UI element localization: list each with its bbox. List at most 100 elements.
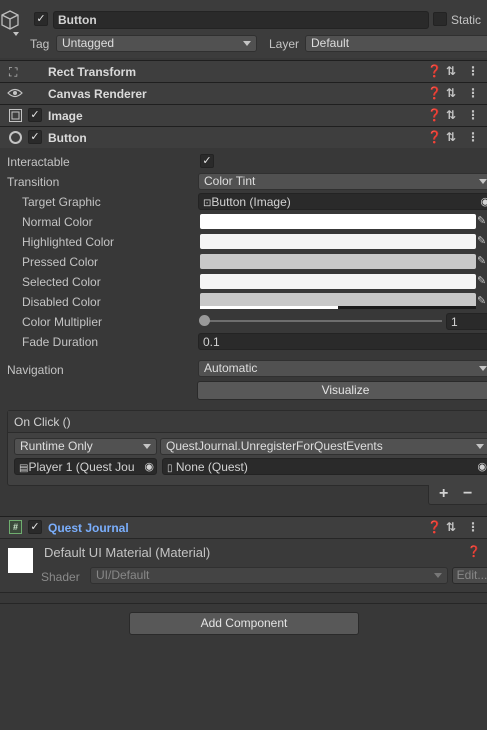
preset-icon[interactable]: ⇅ <box>446 130 456 144</box>
visualize-button[interactable]: Visualize <box>197 381 487 400</box>
normal-color-label: Normal Color <box>22 215 93 229</box>
tag-label: Tag <box>30 37 50 51</box>
separator <box>0 603 487 604</box>
layer-dropdown[interactable]: Default <box>305 35 487 52</box>
tag-dropdown[interactable]: Untagged <box>56 35 257 52</box>
component-header-icons: ❓ ⇅ ⋮ <box>427 64 487 80</box>
normal-color-swatch[interactable] <box>200 214 476 229</box>
preset-icon[interactable]: ⇅ <box>446 108 456 122</box>
canvas-renderer-title: Canvas Renderer <box>48 87 147 101</box>
event-buttons-bar: + − <box>428 485 487 505</box>
preset-icon[interactable]: ⇅ <box>446 520 456 534</box>
fade-duration-label: Fade Duration <box>22 335 99 349</box>
more-icon[interactable]: ⋮ <box>467 130 479 144</box>
chevron-down-icon <box>479 366 487 371</box>
canvas-renderer-header[interactable]: Canvas Renderer ❓ ⇅ ⋮ <box>0 82 487 104</box>
transition-value: Color Tint <box>204 174 256 188</box>
eyedropper-icon[interactable]: ✎ <box>477 214 487 227</box>
interactable-checkbox[interactable]: ✓ <box>200 154 214 168</box>
target-graphic-label: Target Graphic <box>22 195 101 209</box>
preset-icon[interactable]: ⇅ <box>446 64 456 78</box>
more-icon[interactable]: ⋮ <box>467 64 479 78</box>
edit-shader-button[interactable]: Edit... <box>452 567 487 584</box>
gameobject-header: ✓ Button Static Tag Untagged Layer Defau… <box>0 0 487 58</box>
layer-label: Layer <box>269 37 300 51</box>
target-graphic-field[interactable]: ⊡Button (Image) ◉ <box>198 193 487 210</box>
layer-value: Default <box>311 36 350 50</box>
quest-journal-header[interactable]: # ✓ Quest Journal ❓ ⇅ ⋮ <box>0 516 487 538</box>
object-picker-icon[interactable]: ◉ <box>144 459 154 474</box>
disabled-color-label: Disabled Color <box>22 295 101 309</box>
highlighted-color-label: Highlighted Color <box>22 235 115 249</box>
rect-transform-header[interactable]: ⛶ Rect Transform ❓ ⇅ ⋮ <box>0 60 487 82</box>
chevron-down-icon <box>243 41 251 46</box>
navigation-label: Navigation <box>7 363 64 377</box>
runtime-dropdown[interactable]: Runtime Only <box>14 438 157 455</box>
highlighted-color-swatch[interactable] <box>200 234 476 249</box>
help-icon[interactable]: ❓ <box>427 86 442 100</box>
static-checkbox[interactable] <box>433 12 447 26</box>
active-checkbox[interactable]: ✓ <box>34 12 48 26</box>
image-header[interactable]: ✓ Image ❓ ⇅ ⋮ <box>0 104 487 126</box>
eyedropper-icon[interactable]: ✎ <box>477 274 487 287</box>
alpha-fill <box>200 306 338 309</box>
material-name: Default UI Material (Material) <box>44 545 211 560</box>
help-icon[interactable]: ❓ <box>427 520 442 534</box>
function-dropdown[interactable]: QuestJournal.UnregisterForQuestEvents <box>160 438 487 455</box>
more-icon[interactable]: ⋮ <box>467 86 479 100</box>
chevron-down-icon <box>434 573 442 578</box>
target-object-field[interactable]: ▤Player 1 (Quest Jou ◉ <box>14 458 157 475</box>
help-icon[interactable]: ❓ <box>427 64 442 78</box>
chevron-down-icon <box>143 444 151 449</box>
navigation-value: Automatic <box>204 361 258 375</box>
on-click-event-box: On Click () Runtime Only QuestJournal.Un… <box>7 410 487 486</box>
button-component-icon <box>9 131 22 144</box>
more-icon[interactable]: ⋮ <box>467 520 479 534</box>
shader-dropdown[interactable]: UI/Default <box>90 567 448 584</box>
eyedropper-icon[interactable]: ✎ <box>477 234 487 247</box>
more-icon[interactable]: ⋮ <box>467 108 479 122</box>
quest-journal-title: Quest Journal <box>48 521 129 535</box>
object-picker-icon[interactable]: ◉ <box>480 194 487 209</box>
image-title: Image <box>48 109 83 123</box>
selected-color-swatch[interactable] <box>200 274 476 289</box>
image-enabled-checkbox[interactable]: ✓ <box>28 108 42 122</box>
button-enabled-checkbox[interactable]: ✓ <box>28 130 42 144</box>
preset-icon[interactable]: ⇅ <box>446 86 456 100</box>
fade-duration-field[interactable]: 0.1 <box>198 333 487 350</box>
component-header-icons: ❓ ⇅ ⋮ <box>427 86 487 102</box>
pressed-color-swatch[interactable] <box>200 254 476 269</box>
gameobject-name-field[interactable]: Button <box>53 11 429 29</box>
selected-color-label: Selected Color <box>22 275 101 289</box>
navigation-dropdown[interactable]: Automatic <box>198 360 487 377</box>
shader-value: UI/Default <box>96 568 150 582</box>
help-icon[interactable]: ❓ <box>427 108 442 122</box>
disabled-alpha-bar <box>200 306 476 309</box>
button-component-title: Button <box>48 131 87 145</box>
tag-value: Untagged <box>62 36 115 50</box>
help-icon[interactable]: ❓ <box>467 545 481 558</box>
argument-field[interactable]: ▯ None (Quest) ◉ <box>162 458 487 475</box>
color-multiplier-slider-track[interactable] <box>204 320 442 322</box>
color-multiplier-field[interactable]: 1 <box>446 313 487 330</box>
color-multiplier-slider-handle[interactable] <box>199 315 210 326</box>
remove-listener-button[interactable]: − <box>463 485 472 503</box>
file-icon: ▯ <box>167 463 173 474</box>
runtime-value: Runtime Only <box>20 439 93 453</box>
add-component-button[interactable]: Add Component <box>129 612 359 635</box>
target-object-value: Player 1 (Quest Jou <box>28 460 135 474</box>
function-value: QuestJournal.UnregisterForQuestEvents <box>166 439 383 453</box>
transition-dropdown[interactable]: Color Tint <box>198 173 487 190</box>
eyedropper-icon[interactable]: ✎ <box>477 294 487 307</box>
button-component-header[interactable]: ✓ Button ❓ ⇅ ⋮ <box>0 126 487 148</box>
help-icon[interactable]: ❓ <box>427 130 442 144</box>
add-listener-button[interactable]: + <box>439 485 448 503</box>
eyedropper-icon[interactable]: ✎ <box>477 254 487 267</box>
material-preview[interactable] <box>8 548 33 573</box>
rect-transform-icon: ⛶ <box>9 65 18 79</box>
material-section: Default UI Material (Material) ❓ Shader … <box>0 538 487 593</box>
transition-label: Transition <box>7 175 60 189</box>
quest-journal-enabled-checkbox[interactable]: ✓ <box>28 520 42 534</box>
chevron-down-icon[interactable] <box>13 32 19 36</box>
object-picker-icon[interactable]: ◉ <box>477 459 487 474</box>
